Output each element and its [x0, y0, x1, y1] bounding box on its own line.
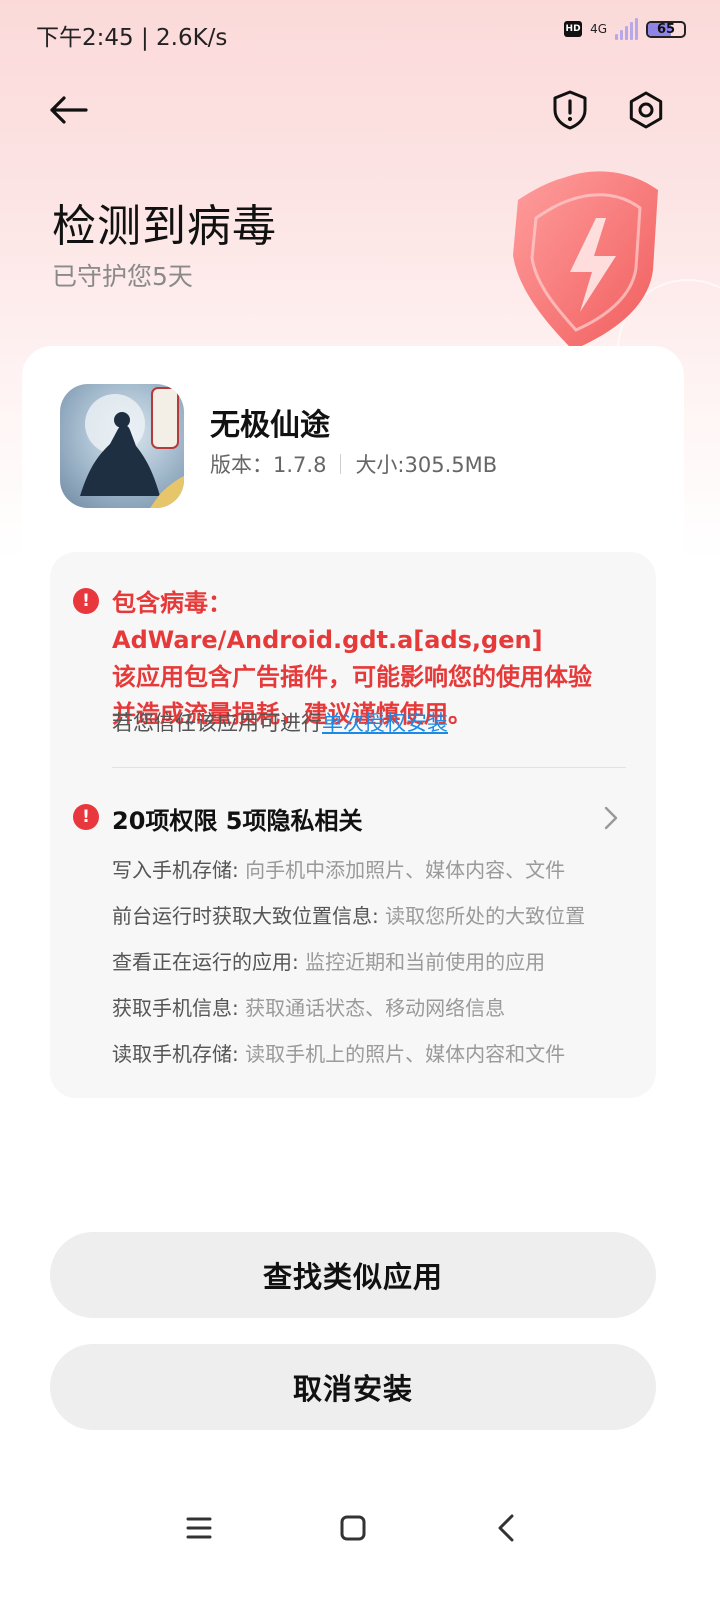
virus-desc-1: 该应用包含广告插件，可能影响您的使用体验: [112, 663, 592, 691]
divider: [112, 767, 626, 768]
permission-name: 前台运行时获取大致位置信息:: [112, 904, 379, 928]
settings-button[interactable]: [618, 82, 674, 138]
signal-icon: [615, 18, 638, 40]
battery-level: 65: [656, 21, 676, 37]
shield-exclamation-icon: [553, 90, 587, 130]
hd-icon: HD: [564, 21, 583, 37]
permission-item: 写入手机存储: 向手机中添加照片、媒体内容、文件: [112, 856, 585, 902]
permission-name: 写入手机存储:: [112, 858, 239, 882]
game-cover-icon: [80, 387, 184, 508]
navigation-bar: [0, 1500, 720, 1556]
back-chevron-icon: [498, 1514, 514, 1542]
danger-icon: !: [73, 588, 99, 614]
network-type: 4G: [590, 22, 607, 36]
status-time-speed: 下午2:45 | 2.6K/s: [36, 25, 228, 51]
menu-icon: [186, 1517, 212, 1539]
permission-desc: 向手机中添加照片、媒体内容、文件: [238, 858, 566, 882]
chevron-right-icon[interactable]: [596, 802, 624, 834]
protection-days: 已守护您5天: [52, 262, 193, 291]
permission-desc: 获取通话状态、移动网络信息: [238, 996, 506, 1020]
status-icons: HD 4G 65: [564, 18, 686, 40]
app-size: 大小:305.5MB: [355, 453, 498, 477]
home-button[interactable]: [337, 1512, 369, 1544]
permission-name: 查看正在运行的应用:: [112, 950, 299, 974]
status-bar: 下午2:45 | 2.6K/s HD 4G 65: [0, 0, 720, 64]
gear-icon: [629, 91, 663, 129]
back-button[interactable]: [40, 82, 96, 138]
battery-icon: 65: [646, 20, 686, 38]
app-version: 版本：1.7.8: [210, 453, 327, 477]
trust-prefix: 若您信任该应用可进行: [112, 711, 322, 735]
permission-name: 读取手机存储:: [112, 1042, 239, 1066]
single-authorize-install-link[interactable]: 单次授权安装: [322, 711, 448, 735]
permission-list: 写入手机存储: 向手机中添加照片、媒体内容、文件 前台运行时获取大致位置信息: …: [112, 856, 585, 1086]
meta-divider: [340, 454, 342, 474]
security-report-button[interactable]: [542, 82, 598, 138]
permission-desc: 读取您所处的大致位置: [378, 904, 586, 928]
permission-item: 读取手机存储: 读取手机上的照片、媒体内容和文件: [112, 1040, 585, 1086]
permission-item: 获取手机信息: 获取通话状态、移动网络信息: [112, 994, 585, 1040]
app-meta: 版本：1.7.8 大小:305.5MB: [210, 449, 497, 479]
system-back-button[interactable]: [490, 1512, 522, 1544]
arrow-left-icon: [50, 96, 88, 124]
permission-desc: 监控近期和当前使用的应用: [298, 950, 546, 974]
page-title: 检测到病毒: [52, 201, 277, 252]
trust-hint: 若您信任该应用可进行单次授权安装: [112, 707, 448, 737]
permission-name: 获取手机信息:: [112, 996, 239, 1020]
permission-item: 查看正在运行的应用: 监控近期和当前使用的应用: [112, 948, 585, 994]
virus-name: 包含病毒：AdWare/Android.gdt.a[ads,gen]: [112, 589, 543, 654]
find-similar-apps-button[interactable]: 查找类似应用: [50, 1232, 656, 1318]
permission-desc: 读取手机上的照片、媒体内容和文件: [238, 1042, 566, 1066]
permission-item: 前台运行时获取大致位置信息: 读取您所处的大致位置: [112, 902, 585, 948]
network-indicator: 4G: [590, 23, 607, 35]
menu-button[interactable]: [183, 1512, 215, 1544]
cancel-install-button[interactable]: 取消安装: [50, 1344, 656, 1430]
app-icon: [60, 384, 184, 508]
permissions-summary[interactable]: 20项权限 5项隐私相关: [112, 801, 362, 836]
home-square-icon: [340, 1515, 366, 1541]
app-name: 无极仙途: [210, 408, 330, 443]
danger-icon: !: [73, 804, 99, 830]
